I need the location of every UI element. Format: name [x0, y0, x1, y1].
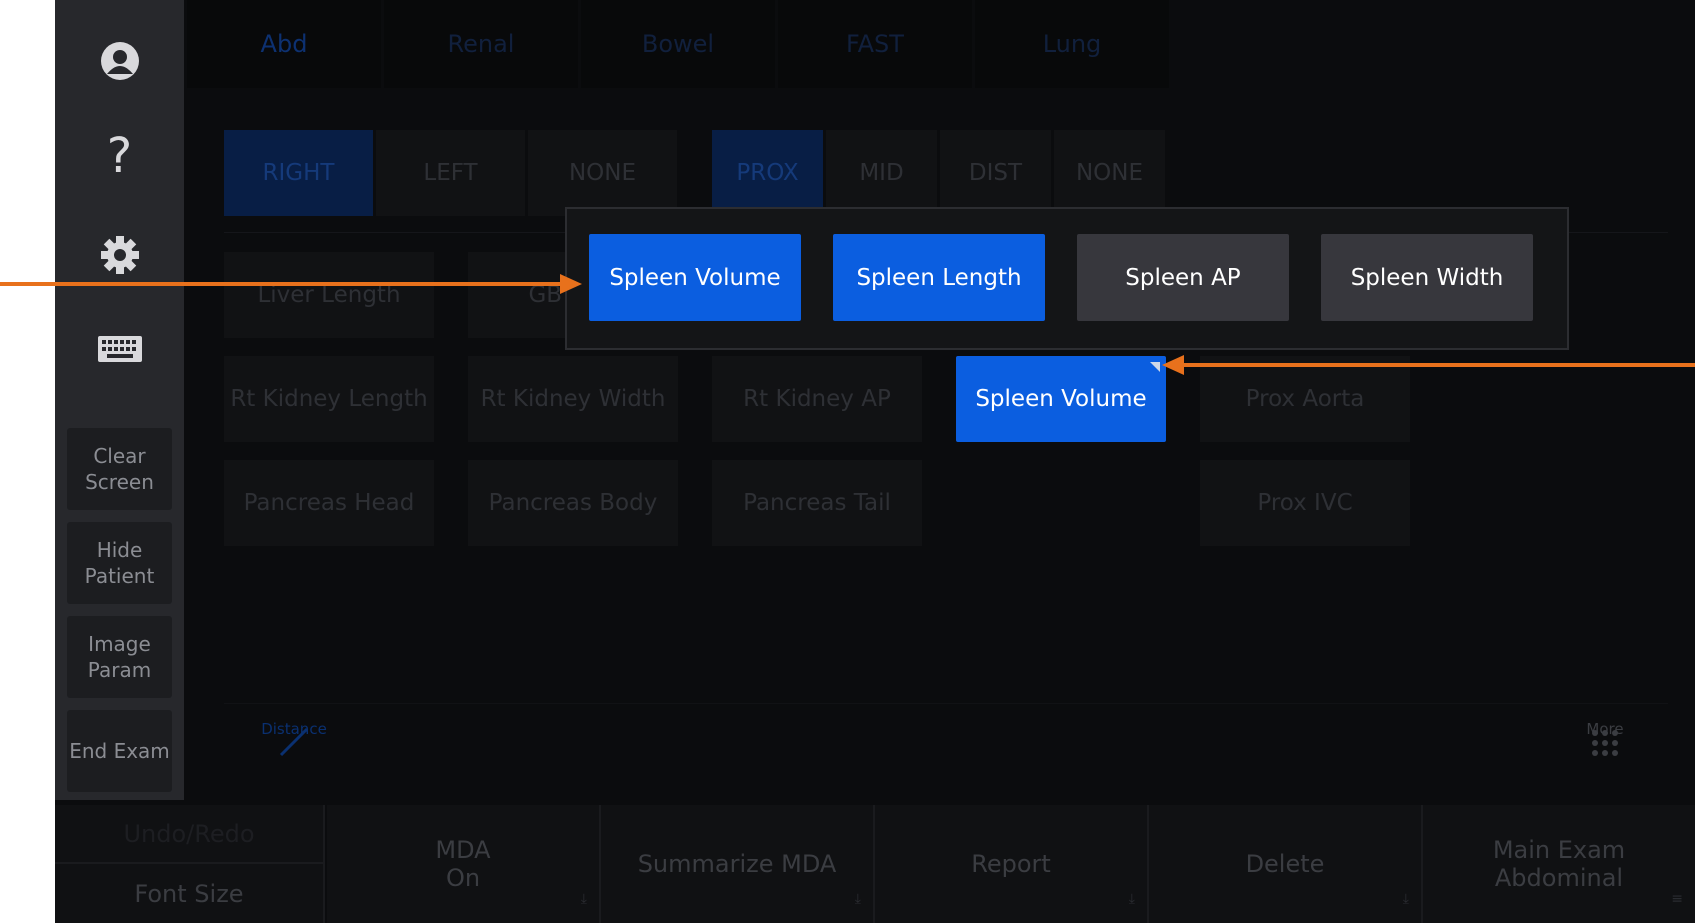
toolbar-divider: [224, 703, 1668, 704]
summarize-mda-button[interactable]: Summarize MDA ⤓: [601, 805, 875, 923]
tab-renal[interactable]: Renal: [384, 0, 578, 88]
rt-kidney-ap-button[interactable]: Rt Kidney AP: [712, 356, 922, 442]
settings-gear-icon[interactable]: [55, 234, 184, 280]
keyboard-icon[interactable]: [55, 335, 184, 367]
popup-spleen-length-button[interactable]: Spleen Length: [833, 234, 1045, 321]
tab-bowel[interactable]: Bowel: [581, 0, 775, 88]
distance-tool-label[interactable]: Distance: [234, 720, 354, 738]
spleen-volume-measurement-button[interactable]: Spleen Volume: [956, 356, 1166, 442]
download-icon: ⤓: [1402, 891, 1409, 907]
report-label: Report: [971, 850, 1051, 878]
clear-screen-button[interactable]: Clear Screen: [67, 428, 172, 510]
report-button[interactable]: Report ⤓: [875, 805, 1149, 923]
undo-redo-button[interactable]: Undo/Redo: [55, 805, 325, 864]
spleen-measurement-popup: Spleen Volume Spleen Length Spleen AP Sp…: [565, 207, 1569, 350]
dropdown-corner-icon: [1150, 362, 1160, 372]
mda-toggle-button[interactable]: MDA On ⤓: [327, 805, 601, 923]
rt-kidney-width-button[interactable]: Rt Kidney Width: [468, 356, 678, 442]
more-label[interactable]: More: [1545, 720, 1665, 738]
side-right-button[interactable]: RIGHT: [224, 130, 373, 216]
prox-ivc-button[interactable]: Prox IVC: [1200, 460, 1410, 546]
position-none-button[interactable]: NONE: [1054, 130, 1165, 216]
user-icon[interactable]: [55, 40, 184, 86]
delete-button[interactable]: Delete ⤓: [1149, 805, 1423, 923]
main-exam-button[interactable]: Main Exam Abdominal ≡: [1423, 805, 1695, 923]
spleen-volume-label: Spleen Volume: [975, 386, 1147, 412]
liver-length-button[interactable]: Liver Length: [224, 252, 434, 338]
prox-aorta-button[interactable]: Prox Aorta: [1200, 356, 1410, 442]
hide-patient-button[interactable]: Hide Patient: [67, 522, 172, 604]
position-mid-button[interactable]: MID: [826, 130, 937, 216]
menu-lines-icon: ≡: [1671, 891, 1683, 907]
main-exam-label: Main Exam Abdominal: [1492, 836, 1626, 892]
tab-fast[interactable]: FAST: [778, 0, 972, 88]
download-icon: ⤓: [854, 891, 861, 907]
pancreas-body-button[interactable]: Pancreas Body: [468, 460, 678, 546]
side-left-button[interactable]: LEFT: [376, 130, 525, 216]
popup-spleen-ap-button[interactable]: Spleen AP: [1077, 234, 1289, 321]
image-param-button[interactable]: Image Param: [67, 616, 172, 698]
pancreas-head-button[interactable]: Pancreas Head: [224, 460, 434, 546]
help-icon[interactable]: ?: [55, 128, 184, 184]
delete-label: Delete: [1245, 850, 1325, 878]
summarize-label: Summarize MDA: [637, 850, 837, 878]
popup-spleen-volume-button[interactable]: Spleen Volume: [589, 234, 801, 321]
tab-lung[interactable]: Lung: [975, 0, 1169, 88]
rt-kidney-length-button[interactable]: Rt Kidney Length: [224, 356, 434, 442]
mda-label: MDA On: [435, 836, 491, 892]
download-icon: ⤓: [1128, 891, 1135, 907]
position-prox-button[interactable]: PROX: [712, 130, 823, 216]
popup-spleen-width-button[interactable]: Spleen Width: [1321, 234, 1533, 321]
end-exam-button[interactable]: End Exam: [67, 710, 172, 792]
tab-abd[interactable]: Abd: [187, 0, 381, 88]
left-sidebar: ? Clear Screen Hide Patient Image Param …: [55, 0, 184, 800]
side-none-button[interactable]: NONE: [528, 130, 677, 216]
pancreas-tail-button[interactable]: Pancreas Tail: [712, 460, 922, 546]
ultrasound-touch-screen: ? Clear Screen Hide Patient Image Param …: [55, 0, 1695, 923]
download-icon: ⤓: [580, 891, 587, 907]
position-dist-button[interactable]: DIST: [940, 130, 1051, 216]
font-size-button[interactable]: Font Size: [55, 864, 325, 923]
